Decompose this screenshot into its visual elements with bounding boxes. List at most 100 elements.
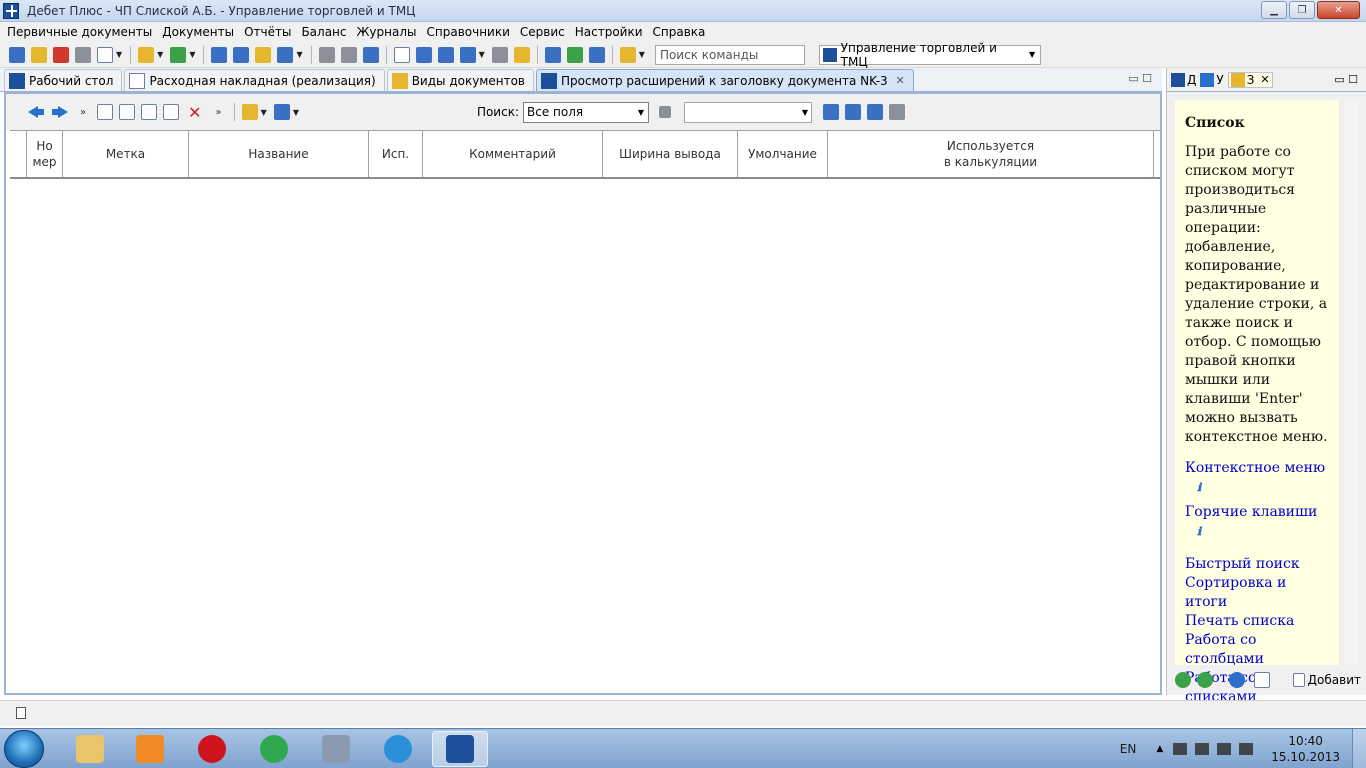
terminal-icon[interactable]	[393, 46, 410, 63]
tools-icon[interactable]	[513, 46, 530, 63]
column-header-label[interactable]: Метка	[63, 131, 189, 177]
tray-expand-icon[interactable]: ▲	[1156, 744, 1163, 754]
forward-arrow-icon[interactable]	[52, 106, 68, 118]
open-documents-icon[interactable]	[31, 46, 47, 63]
search-input[interactable]: ▼	[684, 101, 812, 123]
chevron-down-icon[interactable]: ▼	[1024, 50, 1040, 59]
menu-journals[interactable]: Журналы	[352, 25, 422, 39]
archive-icon[interactable]	[340, 46, 357, 63]
eraser-icon[interactable]	[659, 106, 671, 118]
message-icon[interactable]	[588, 46, 605, 63]
tab-desktop[interactable]: Рабочий стол	[4, 69, 123, 91]
filter-icon[interactable]	[273, 104, 290, 120]
column-header-output-width[interactable]: Ширина вывода	[603, 131, 738, 177]
tab-sales-invoice[interactable]: Расходная накладная (реализация)	[124, 69, 385, 91]
column-header-comment[interactable]: Комментарий	[423, 131, 603, 177]
volume-icon[interactable]	[1239, 743, 1254, 755]
hammer-icon[interactable]	[889, 104, 905, 120]
chevron-down-icon[interactable]: ▼	[802, 108, 808, 117]
info-icon[interactable]: ℹ	[1197, 525, 1201, 538]
menu-documents[interactable]: Документы	[157, 25, 239, 39]
help-link-sorting[interactable]: Сортировка и итоги	[1185, 574, 1331, 612]
user-icon[interactable]	[318, 46, 335, 63]
magic-wand-icon[interactable]	[241, 104, 258, 120]
database-icon[interactable]	[9, 46, 25, 63]
forward-arrow-icon[interactable]	[1197, 672, 1213, 688]
edit-document-icon[interactable]	[53, 46, 69, 63]
copy-row-icon[interactable]	[141, 104, 158, 120]
new-document-icon[interactable]	[170, 46, 187, 63]
edit-row-icon[interactable]	[119, 104, 136, 120]
close-window-button[interactable]: ✕	[1317, 1, 1360, 19]
new-window-icon[interactable]	[16, 707, 26, 719]
folder-icon[interactable]	[138, 46, 155, 63]
column-header-name[interactable]: Название	[189, 131, 369, 177]
image-icon[interactable]	[233, 46, 250, 63]
globe-icon[interactable]	[566, 46, 583, 63]
chevron-down-icon[interactable]: ▼	[639, 50, 645, 59]
flag-icon[interactable]	[1173, 743, 1188, 755]
contacts-icon[interactable]	[362, 46, 379, 63]
taskbar-calculator[interactable]	[308, 731, 364, 767]
terminal-icon[interactable]	[1254, 672, 1270, 688]
minimize-button[interactable]: ▁	[1261, 1, 1287, 19]
menu-primary-documents[interactable]: Первичные документы	[2, 25, 157, 39]
show-desktop-button[interactable]	[1352, 729, 1366, 768]
language-indicator[interactable]: EN	[1120, 742, 1137, 756]
chevron-down-icon[interactable]: ▼	[634, 108, 648, 117]
tab-header-extensions[interactable]: Просмотр расширений к заголовку документ…	[536, 69, 914, 91]
side-tab-u[interactable]: У	[1200, 72, 1224, 87]
help-icon[interactable]	[1229, 672, 1245, 688]
side-tab-d[interactable]: Д	[1171, 72, 1196, 87]
more-chevron-icon[interactable]: »	[216, 107, 222, 118]
panel-minmax-icon[interactable]: ▭ ☐	[1334, 73, 1358, 86]
chevron-down-icon[interactable]: ▼	[479, 50, 485, 59]
help-link-hotkeys[interactable]: Горячие клавиши	[1185, 503, 1331, 522]
help-link-columns[interactable]: Работа со столбцами	[1185, 631, 1331, 669]
help-link-context-menu[interactable]: Контекстное меню	[1185, 459, 1331, 478]
chevron-down-icon[interactable]: ▼	[261, 108, 267, 117]
menu-help[interactable]: Справка	[648, 25, 711, 39]
tab-document-types[interactable]: Виды документов	[386, 69, 534, 91]
chart-icon[interactable]	[277, 46, 294, 63]
report-icon[interactable]	[97, 46, 113, 63]
network-icon[interactable]	[1217, 743, 1232, 755]
clock[interactable]: 10:40 15.10.2013	[1271, 733, 1340, 765]
warning-icon[interactable]	[619, 46, 636, 63]
chevron-down-icon[interactable]: ▼	[189, 50, 195, 59]
taskbar-mail-agent[interactable]	[246, 731, 302, 767]
cash-register-icon[interactable]	[211, 46, 228, 63]
help-icon[interactable]	[544, 46, 561, 63]
restore-button[interactable]: ❐	[1289, 1, 1315, 19]
menu-settings[interactable]: Настройки	[570, 25, 648, 39]
preview-icon[interactable]	[163, 104, 180, 120]
delete-row-icon[interactable]: ✕	[188, 103, 201, 122]
grid-body[interactable]	[10, 179, 1160, 684]
back-arrow-icon[interactable]	[28, 106, 44, 118]
column-header-used[interactable]: Исп.	[369, 131, 423, 177]
taskbar-opera[interactable]	[184, 731, 240, 767]
side-tab-z[interactable]: З ✕	[1227, 71, 1273, 88]
menu-balance[interactable]: Баланс	[296, 25, 351, 39]
table-icon[interactable]	[255, 46, 272, 63]
tabs-minmax-icon[interactable]: ▭ ☐	[1128, 72, 1152, 85]
menu-reports[interactable]: Отчёты	[239, 25, 296, 39]
new-row-icon[interactable]	[97, 104, 114, 120]
taskbar-media-player[interactable]	[122, 731, 178, 767]
menu-references[interactable]: Справочники	[422, 25, 515, 39]
help-link-quick-search[interactable]: Быстрый поиск	[1185, 555, 1331, 574]
taskbar-explorer[interactable]	[62, 731, 118, 767]
chevron-down-icon[interactable]: ▼	[157, 50, 163, 59]
help-link-print-list[interactable]: Печать списка	[1185, 612, 1331, 631]
columns-icon[interactable]	[845, 104, 861, 120]
more-chevron-icon[interactable]: »	[80, 107, 86, 118]
close-tab-icon[interactable]: ✕	[896, 74, 905, 87]
column-header-default[interactable]: Умолчание	[738, 131, 828, 177]
taskbar-internet-explorer[interactable]	[370, 731, 426, 767]
binoculars-icon[interactable]	[823, 104, 839, 120]
star-icon[interactable]	[415, 46, 432, 63]
chevron-down-icon[interactable]: ▼	[296, 50, 302, 59]
close-tab-icon[interactable]: ✕	[1260, 73, 1269, 86]
taskbar-debet-plus[interactable]	[432, 731, 488, 767]
menu-service[interactable]: Сервис	[515, 25, 570, 39]
